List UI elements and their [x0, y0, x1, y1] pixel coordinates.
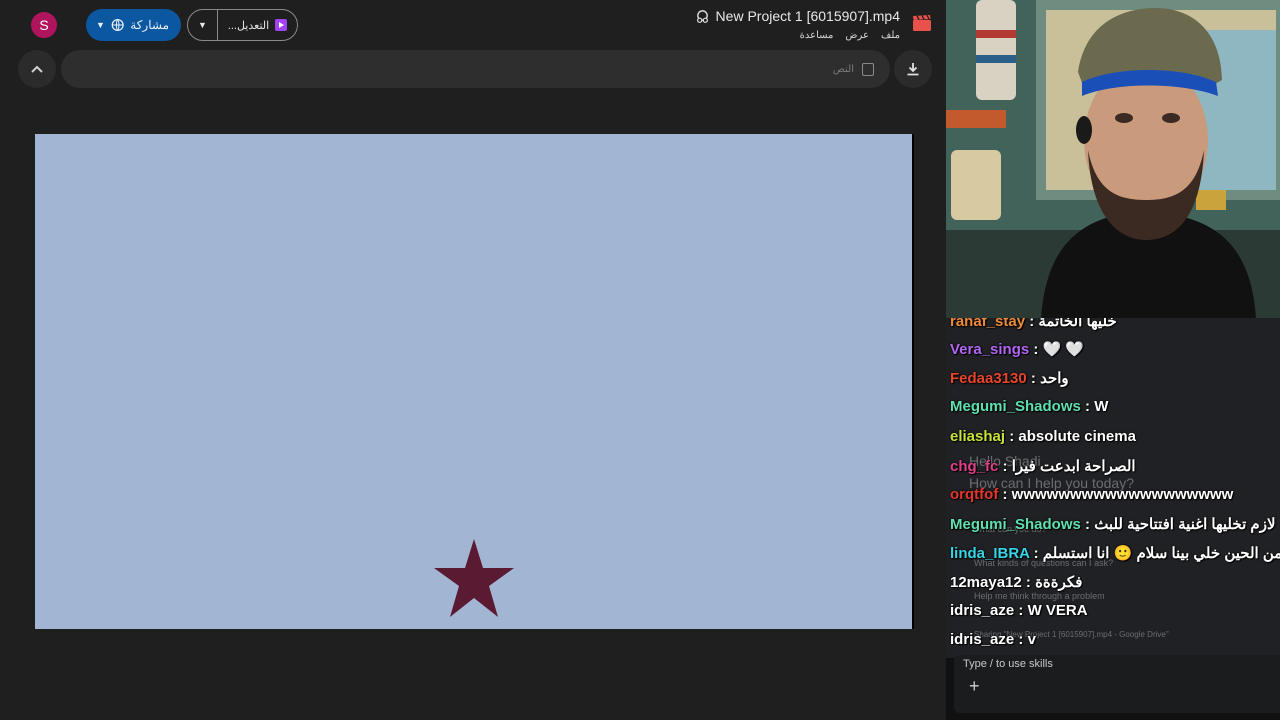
webcam-image	[946, 0, 1280, 318]
chat-username: chg_fc	[950, 458, 999, 475]
document-icon	[862, 62, 874, 76]
account-avatar[interactable]: S	[31, 12, 57, 38]
edit-main-button[interactable]: التعديل...	[218, 19, 297, 32]
menu-help[interactable]: مساعدة	[800, 30, 834, 41]
chat-message: Fedaa3130 : واحد	[950, 370, 1069, 387]
chat-message: orqtfof : wwwwwwwwwwwwwwwwwww	[950, 486, 1234, 503]
avatar-letter: S	[39, 17, 49, 33]
stream-overlay: rahaf_stay : خليها الخاتمة Vera_sings : …	[946, 0, 1280, 720]
chat-text: 🤍 🤍	[1042, 341, 1085, 358]
chat-text: W	[1094, 398, 1109, 415]
share-label: مشاركة	[130, 18, 169, 32]
clapperboard-icon	[913, 14, 931, 31]
chat-text: فكرةةة	[1035, 574, 1083, 591]
menu-view[interactable]: عرض	[845, 30, 869, 41]
chat-username: eliashaj	[950, 428, 1006, 445]
chat-text: v	[1027, 631, 1036, 648]
chat-message: 12maya12 : فكرةةة	[950, 574, 1083, 591]
chat-username: rahaf_stay	[950, 318, 1026, 330]
assistant-input[interactable]: Type / to use skills +	[954, 655, 1280, 713]
chat-message: Megumi_Shadows : W	[950, 398, 1109, 415]
chat-text: فيرا من الحين خلي بينا سلام 🙂 انا استسلم	[1042, 545, 1280, 562]
chat-message: Megumi_Shadows : لازم تخليها اغنية افتتا…	[950, 516, 1276, 533]
assistant-input-placeholder: Type / to use skills	[963, 658, 1053, 670]
chat-message: Vera_sings : 🤍 🤍	[950, 341, 1085, 358]
file-title: New Project 1 [6015907].mp4	[715, 8, 900, 24]
chevron-down-icon[interactable]: ▼	[96, 20, 105, 30]
drive-video-viewer: S ▼ مشاركة ▼ التعديل... New Project 1 [6…	[0, 0, 946, 720]
plus-icon[interactable]: +	[969, 676, 980, 697]
menu-bar: ملف عرض مساعدة	[800, 30, 900, 41]
chevron-up-icon	[31, 65, 43, 73]
collapse-button[interactable]	[18, 50, 56, 88]
chat-text: خليها الخاتمة	[1038, 318, 1117, 330]
chat-message: idris_aze : v	[950, 631, 1036, 648]
open-with-editor-button[interactable]: ▼ التعديل...	[187, 9, 298, 41]
globe-icon	[111, 18, 124, 32]
chat-text: الصراحة ابدعت فيرا	[1011, 458, 1136, 475]
chat-text: واحد	[1040, 370, 1069, 387]
chat-message: idris_aze : W VERA	[950, 602, 1088, 619]
chat-username: Megumi_Shadows	[950, 398, 1081, 415]
chat-username: Megumi_Shadows	[950, 516, 1081, 533]
chat-username: Fedaa3130	[950, 370, 1027, 387]
chat-username: orqtfof	[950, 486, 999, 503]
chat-message: linda_IBRA : فيرا من الحين خلي بينا سلام…	[950, 544, 1280, 562]
chat-username: Vera_sings	[950, 341, 1030, 358]
chat-message: chg_fc : الصراحة ابدعت فيرا	[950, 458, 1136, 475]
download-button[interactable]	[894, 50, 932, 88]
chat-message: eliashaj : absolute cinema	[950, 428, 1136, 445]
chat-text: wwwwwwwwwwwwwwwwwww	[1011, 486, 1234, 503]
download-icon	[907, 63, 919, 76]
chevron-down-icon[interactable]: ▼	[188, 10, 218, 40]
chat-username: linda_IBRA	[950, 545, 1030, 562]
chat-text: لازم تخليها اغنية افتتاحية للبث	[1094, 516, 1276, 533]
search-input[interactable]: النص	[61, 50, 890, 88]
assistant-suggestion[interactable]: Help me think through a problem	[974, 591, 1105, 601]
file-title-row: New Project 1 [6015907].mp4	[695, 8, 900, 24]
chat-username: idris_aze	[950, 602, 1015, 619]
webcam-feed	[946, 0, 1280, 318]
video-editor-icon	[275, 19, 288, 31]
share-button[interactable]: ▼ مشاركة	[86, 9, 181, 41]
menu-file[interactable]: ملف	[881, 30, 900, 41]
chat-message: rahaf_stay : خليها الخاتمة	[950, 318, 1117, 330]
edit-label: التعديل...	[227, 19, 270, 32]
chat-text: W VERA	[1027, 602, 1088, 619]
chat-username: idris_aze	[950, 631, 1015, 648]
search-placeholder: النص	[832, 63, 854, 75]
star-graphic	[434, 539, 514, 617]
chat-panel: rahaf_stay : خليها الخاتمة Vera_sings : …	[946, 318, 1280, 658]
video-player[interactable]	[35, 134, 914, 629]
chat-text: absolute cinema	[1018, 428, 1136, 445]
shared-drive-icon	[696, 9, 708, 23]
chat-username: 12maya12	[950, 574, 1022, 591]
